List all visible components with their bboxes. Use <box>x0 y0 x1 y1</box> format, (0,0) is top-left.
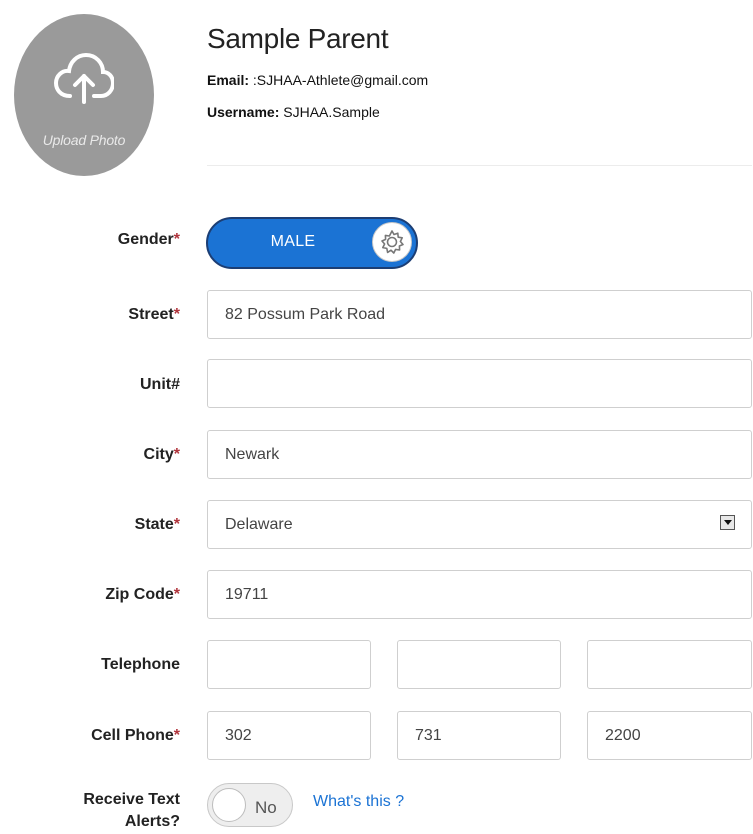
street-input[interactable]: 82 Possum Park Road <box>207 290 752 339</box>
unit-label: Unit# <box>140 376 180 393</box>
profile-name: Sample Parent <box>207 23 389 54</box>
zip-input[interactable]: 19711 <box>207 570 752 619</box>
street-label: Street* <box>128 306 180 323</box>
email-label: Email: <box>207 72 250 88</box>
unit-input[interactable] <box>207 359 752 408</box>
state-selected-value: Delaware <box>225 516 293 533</box>
cloud-upload-icon <box>53 52 116 109</box>
chevron-down-icon[interactable] <box>720 515 735 530</box>
whats-this-link[interactable]: What's this ? <box>313 793 404 811</box>
gender-label: Gender* <box>117 231 180 248</box>
username-label: Username: <box>207 104 280 120</box>
telephone-prefix-input[interactable] <box>397 640 561 689</box>
city-input[interactable]: Newark <box>207 430 752 479</box>
city-label: City* <box>143 446 180 463</box>
text-alerts-value: No <box>255 798 277 817</box>
upload-photo-label: Upload Photo <box>42 132 126 148</box>
upload-photo-avatar[interactable]: Upload Photo <box>14 14 154 176</box>
text-alerts-toggle-knob[interactable] <box>212 788 246 822</box>
email-value: :SJHAA-Athlete@gmail.com <box>252 72 429 88</box>
text-alerts-label: Receive Text Alerts? <box>83 791 180 830</box>
email-line: Email: :SJHAA-Athlete@gmail.com <box>207 72 428 88</box>
zip-label: Zip Code* <box>105 586 180 603</box>
cell-line-input[interactable]: 2200 <box>587 711 752 760</box>
gender-value: MALE <box>270 233 316 250</box>
state-label: State* <box>134 516 180 533</box>
gear-icon <box>381 230 404 254</box>
username-line: Username: SJHAA.Sample <box>207 104 380 120</box>
cell-area-code-input[interactable]: 302 <box>207 711 371 760</box>
header-divider <box>207 165 752 166</box>
username-value: SJHAA.Sample <box>283 104 380 120</box>
telephone-area-code-input[interactable] <box>207 640 371 689</box>
gender-toggle[interactable]: MALE <box>206 217 418 269</box>
gender-toggle-knob[interactable] <box>372 222 412 262</box>
telephone-label: Telephone <box>101 656 180 673</box>
cell-phone-label: Cell Phone* <box>91 727 180 744</box>
state-select[interactable]: Delaware <box>207 500 752 549</box>
text-alerts-toggle[interactable]: No <box>207 783 293 827</box>
telephone-line-input[interactable] <box>587 640 752 689</box>
cell-prefix-input[interactable]: 731 <box>397 711 561 760</box>
